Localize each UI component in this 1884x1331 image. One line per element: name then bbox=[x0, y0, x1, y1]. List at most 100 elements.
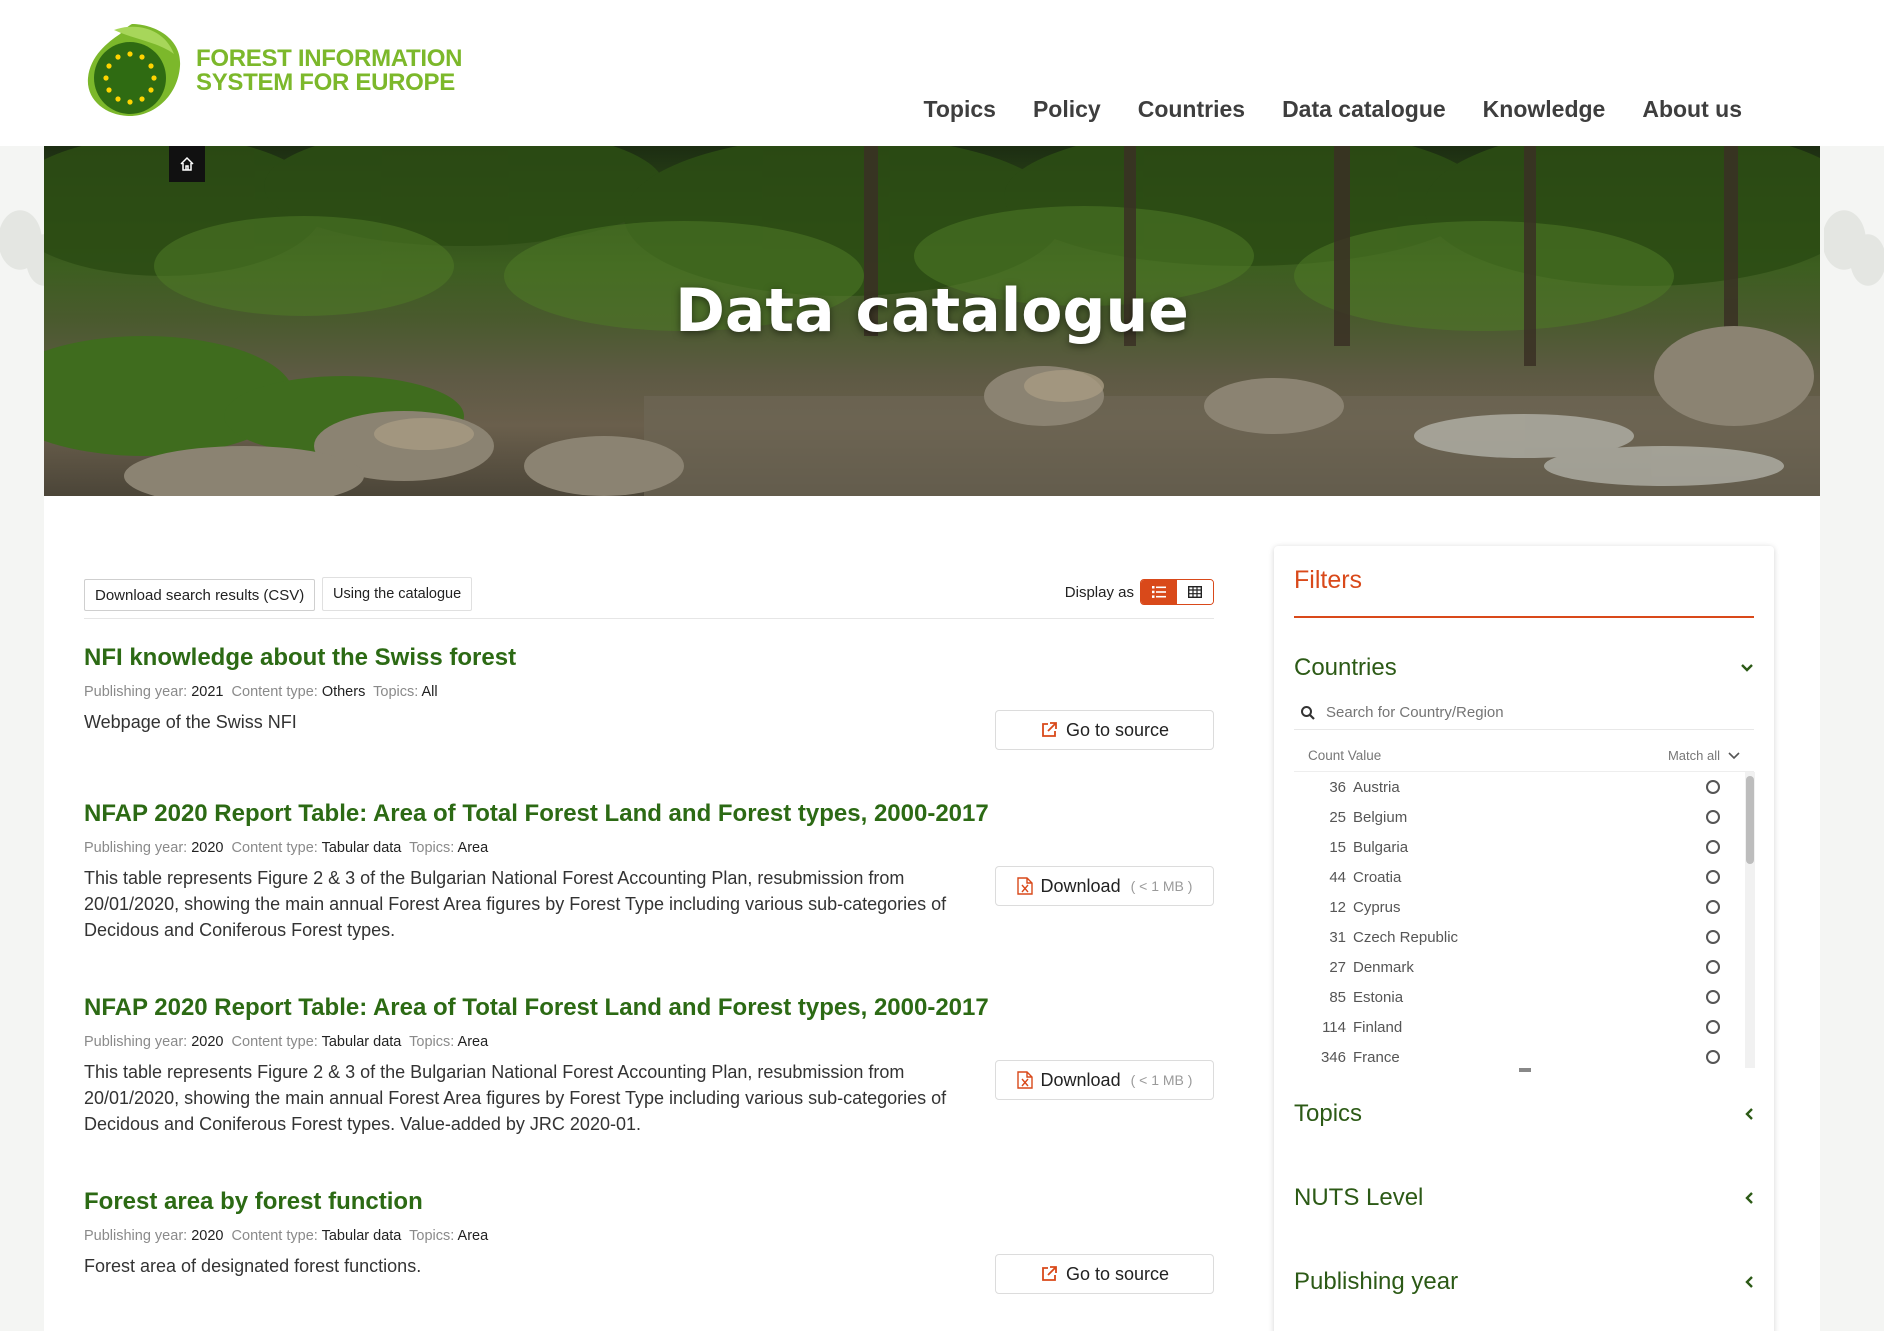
country-list-scrollbar-thumb[interactable] bbox=[1746, 776, 1754, 864]
external-link-icon bbox=[1042, 722, 1057, 737]
list-resize-handle[interactable] bbox=[1519, 1068, 1531, 1072]
country-option[interactable]: 12 Cyprus bbox=[1294, 892, 1740, 922]
result-title[interactable]: NFAP 2020 Report Table: Area of Total Fo… bbox=[84, 800, 1214, 828]
countries-facet-label: Countries bbox=[1294, 654, 1397, 681]
go-to-source-button[interactable]: Go to source bbox=[995, 1254, 1214, 1294]
result-description: This table represents Figure 2 & 3 of th… bbox=[84, 1062, 947, 1134]
country-radio[interactable] bbox=[1706, 810, 1720, 824]
nav-topics[interactable]: Topics bbox=[924, 96, 996, 123]
country-count: 36 bbox=[1329, 778, 1346, 796]
country-radio[interactable] bbox=[1706, 870, 1720, 884]
result-title[interactable]: NFAP 2020 Report Table: Area of Total Fo… bbox=[84, 994, 1214, 1022]
year-label: Publishing year: bbox=[84, 1034, 188, 1050]
country-radio[interactable] bbox=[1706, 840, 1720, 854]
display-as-label: Display as bbox=[1064, 583, 1134, 601]
list-view-button[interactable] bbox=[1141, 580, 1177, 604]
filters-panel: Filters Countries Count Value Match all bbox=[1274, 546, 1774, 1331]
result-item: NFI knowledge about the Swiss forest Pub… bbox=[84, 644, 1214, 800]
country-radio[interactable] bbox=[1706, 1020, 1720, 1034]
site-name: FOREST INFORMATION SYSTEM FOR EUROPE bbox=[196, 47, 462, 95]
country-radio[interactable] bbox=[1706, 1050, 1720, 1064]
result-title[interactable]: NFI knowledge about the Swiss forest bbox=[84, 644, 1214, 672]
topics-facet-header[interactable]: Topics bbox=[1294, 1100, 1754, 1128]
result-title[interactable]: Forest area by forest function bbox=[84, 1188, 1214, 1216]
publishing-year-facet-label: Publishing year bbox=[1294, 1268, 1459, 1295]
country-option[interactable]: 44 Croatia bbox=[1294, 862, 1740, 892]
match-all-label: Match all bbox=[1667, 748, 1720, 763]
country-option[interactable]: 25 Belgium bbox=[1294, 802, 1740, 832]
year-label: Publishing year: bbox=[84, 1228, 188, 1244]
country-count: 44 bbox=[1329, 868, 1346, 886]
country-option[interactable]: 85 Estonia bbox=[1294, 982, 1740, 1012]
result-item: Forest area by forest function Publishin… bbox=[84, 1188, 1214, 1318]
year-value: 2020 bbox=[191, 840, 224, 856]
match-all-dropdown[interactable]: Match all bbox=[1668, 748, 1740, 763]
nav-policy[interactable]: Policy bbox=[1033, 96, 1101, 123]
nuts-level-facet-header[interactable]: NUTS Level bbox=[1294, 1184, 1754, 1212]
page-title: Data catalogue bbox=[675, 276, 1189, 346]
go-to-source-button[interactable]: Go to source bbox=[995, 710, 1214, 750]
country-name: Czech Republic bbox=[1353, 928, 1459, 946]
year-value: 2020 bbox=[191, 1034, 224, 1050]
publishing-year-facet-header[interactable]: Publishing year bbox=[1294, 1268, 1754, 1296]
results-toolbar: Download search results (CSV) Using the … bbox=[84, 577, 1214, 619]
download-button[interactable]: Download ( < 1 MB ) bbox=[995, 866, 1214, 906]
nav-knowledge[interactable]: Knowledge bbox=[1483, 96, 1606, 123]
nav-data-catalogue[interactable]: Data catalogue bbox=[1282, 96, 1446, 123]
year-value: 2021 bbox=[191, 684, 224, 700]
country-radio[interactable] bbox=[1706, 900, 1720, 914]
countries-facet-header[interactable]: Countries bbox=[1294, 654, 1754, 682]
year-value: 2020 bbox=[191, 1228, 224, 1244]
country-option[interactable]: 31 Czech Republic bbox=[1294, 922, 1740, 952]
nav-about-us[interactable]: About us bbox=[1642, 96, 1742, 123]
type-value: Tabular data bbox=[321, 840, 402, 856]
result-description: Webpage of the Swiss NFI bbox=[84, 712, 297, 732]
country-option[interactable]: 15 Bulgaria bbox=[1294, 832, 1740, 862]
download-csv-button[interactable]: Download search results (CSV) bbox=[84, 579, 316, 611]
table-icon bbox=[1188, 586, 1202, 598]
list-icon bbox=[1152, 586, 1166, 598]
country-radio[interactable] bbox=[1706, 930, 1720, 944]
external-link-icon bbox=[1042, 1266, 1057, 1281]
home-icon bbox=[180, 156, 194, 171]
site-name-line-1: FOREST INFORMATION bbox=[196, 45, 463, 72]
file-size: ( < 1 MB ) bbox=[1130, 878, 1193, 894]
excel-file-icon bbox=[1016, 1071, 1033, 1089]
result-description: This table represents Figure 2 & 3 of th… bbox=[84, 868, 947, 940]
country-option[interactable]: 27 Denmark bbox=[1294, 952, 1740, 982]
chevron-left-icon bbox=[1745, 1276, 1753, 1288]
table-view-button[interactable] bbox=[1177, 580, 1213, 604]
topics-value: Area bbox=[457, 840, 489, 856]
country-option[interactable]: 114 Finland bbox=[1294, 1012, 1740, 1042]
using-catalogue-button[interactable]: Using the catalogue bbox=[322, 577, 473, 611]
result-meta: Publishing year: 2020 Content type: Tabu… bbox=[84, 1228, 1214, 1244]
chevron-left-icon bbox=[1745, 1192, 1753, 1204]
file-size: ( < 1 MB ) bbox=[1130, 1072, 1193, 1088]
action-label: Download bbox=[1040, 875, 1121, 896]
topics-value: All bbox=[421, 684, 438, 700]
site-header: FOREST INFORMATION SYSTEM FOR EUROPE Top… bbox=[0, 0, 1884, 146]
country-radio[interactable] bbox=[1706, 780, 1720, 794]
country-radio[interactable] bbox=[1706, 990, 1720, 1004]
type-label: Content type: bbox=[231, 684, 318, 700]
home-breadcrumb-button[interactable] bbox=[169, 146, 205, 182]
country-option[interactable]: 36 Austria bbox=[1294, 772, 1740, 802]
country-search-input[interactable] bbox=[1326, 704, 1726, 721]
topics-label: Topics: bbox=[409, 1228, 455, 1244]
site-logo[interactable]: FOREST INFORMATION SYSTEM FOR EUROPE bbox=[84, 20, 462, 120]
country-option[interactable]: 346 France bbox=[1294, 1042, 1740, 1072]
filters-title: Filters bbox=[1294, 566, 1754, 618]
type-label: Content type: bbox=[231, 840, 318, 856]
year-label: Publishing year: bbox=[84, 684, 188, 700]
main-nav: Topics Policy Countries Data catalogue K… bbox=[924, 96, 1742, 123]
country-radio[interactable] bbox=[1706, 960, 1720, 974]
download-button[interactable]: Download ( < 1 MB ) bbox=[995, 1060, 1214, 1100]
country-list: 36 Austria 25 Belgium 15 Bulgaria 44 Croatia… bbox=[1294, 772, 1740, 1072]
chevron-down-icon bbox=[1728, 751, 1740, 759]
country-count: 31 bbox=[1329, 928, 1346, 946]
nav-countries[interactable]: Countries bbox=[1138, 96, 1245, 123]
count-value-label: Count Value bbox=[1308, 748, 1382, 763]
view-toggle bbox=[1140, 579, 1214, 605]
type-value: Others bbox=[321, 684, 366, 700]
country-name: France bbox=[1353, 1048, 1400, 1066]
